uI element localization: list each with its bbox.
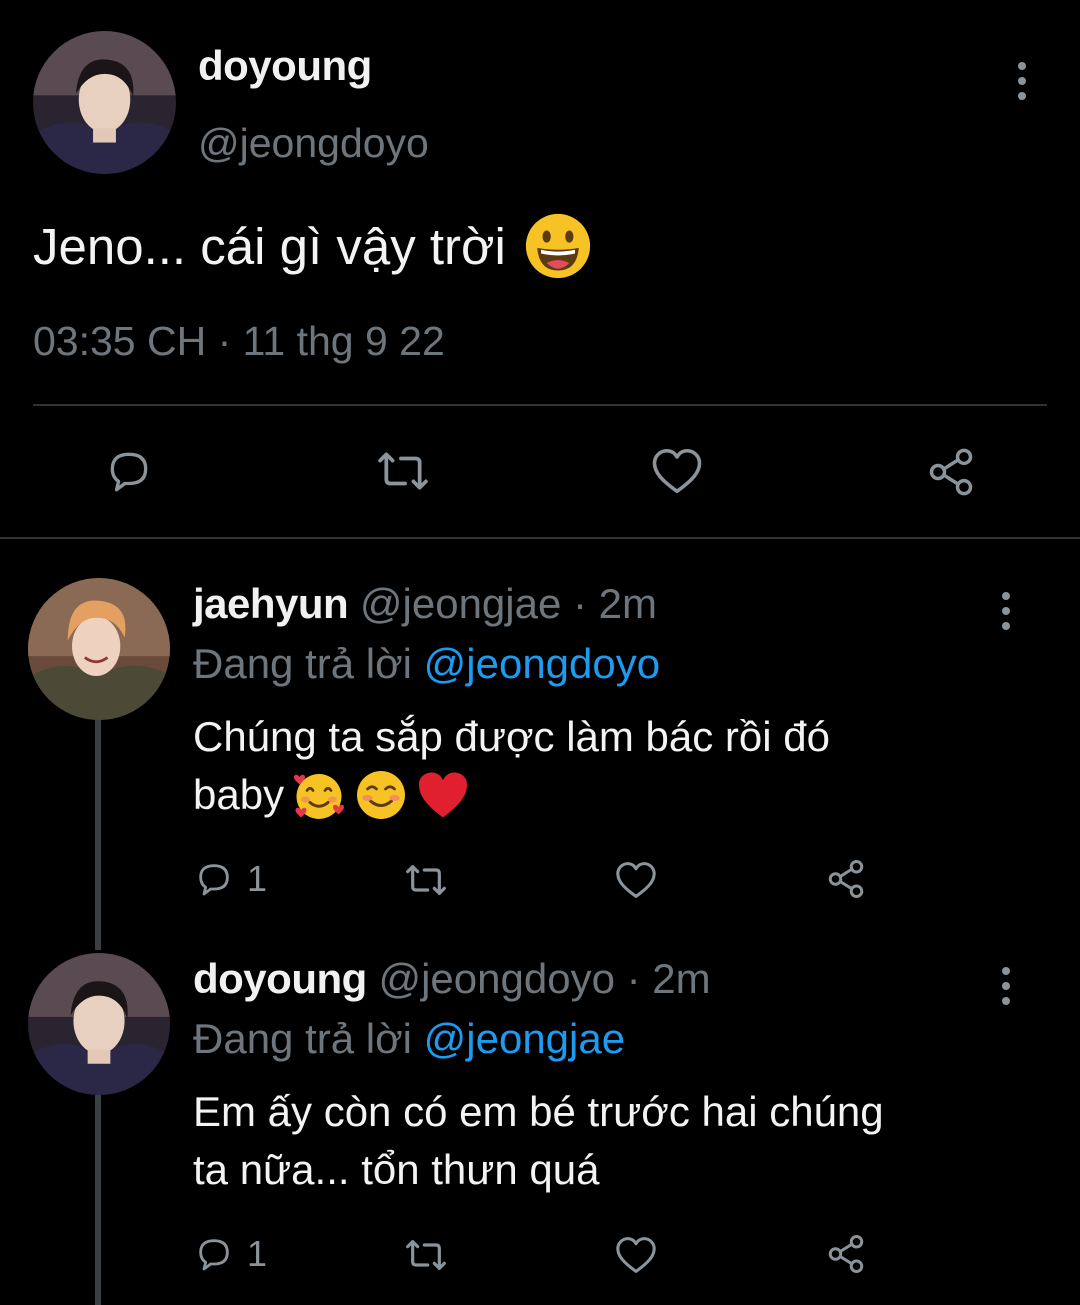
author-name[interactable]: jaehyun [193, 580, 349, 627]
author-name[interactable]: doyoung [198, 42, 372, 90]
reply-text: Chúng ta sắp được làm bác rồi đó baby [193, 708, 1013, 824]
heart-icon [616, 862, 656, 898]
avatar[interactable] [28, 578, 170, 720]
like-button[interactable] [614, 1235, 658, 1275]
reply-text: Em ấy còn có em bé trước hai chúng ta nữ… [193, 1083, 1013, 1199]
reply-button[interactable] [103, 446, 155, 496]
reply-text-line: baby [193, 771, 285, 818]
replying-to-label: Đang trả lời [193, 1015, 412, 1062]
share-button[interactable] [824, 1233, 868, 1275]
author-handle[interactable]: @jeongdoyo · 2m [378, 955, 710, 1002]
reply-icon [110, 452, 148, 492]
replying-to-label: Đang trả lời [193, 640, 412, 687]
author-handle[interactable]: @jeongjae · 2m [360, 580, 657, 627]
tweet-text-row: Jeno... cái gì vậy trời [33, 212, 592, 280]
retweet-button[interactable] [400, 860, 452, 900]
reply-icon [199, 864, 229, 896]
thread-line [95, 1095, 101, 1305]
smiling-face-with-hearts-icon [294, 774, 345, 819]
reply-tweet[interactable]: jaehyun @jeongjae · 2m Đang trả lời @jeo… [0, 560, 1080, 950]
share-icon [828, 1235, 864, 1273]
replying-to: Đang trả lời @jeongdoyo [193, 640, 660, 688]
share-icon [929, 448, 973, 496]
main-tweet: doyoung @jeongdoyo Jeno... cái gì vậy tr… [0, 0, 1080, 540]
section-divider [0, 537, 1080, 539]
red-heart-icon [419, 772, 468, 818]
mention-link[interactable]: @jeongdoyo [424, 640, 660, 687]
avatar-photo-doyoung [33, 31, 176, 174]
more-options-icon[interactable] [996, 592, 1016, 630]
smiling-face-icon [357, 771, 406, 819]
thread-line [95, 720, 101, 950]
reply-button[interactable]: 1 [193, 1233, 267, 1275]
share-button[interactable] [824, 858, 868, 900]
share-icon [828, 860, 864, 898]
tweet-timestamp: 03:35 CH · 11 thg 9 22 [33, 318, 445, 364]
replying-to: Đang trả lời @jeongjae [193, 1015, 625, 1063]
mention-link[interactable]: @jeongjae [424, 1015, 625, 1062]
avatar[interactable] [28, 953, 170, 1095]
reply-icon [199, 1239, 229, 1271]
heart-icon [652, 448, 702, 494]
tweet-text: Jeno... cái gì vậy trời [33, 217, 506, 275]
reply-text-line: Chúng ta sắp được làm bác rồi đó [193, 713, 830, 760]
reply-count: 1 [247, 858, 268, 899]
reply-button[interactable]: 1 [193, 858, 267, 900]
avatar[interactable] [33, 31, 176, 174]
like-button[interactable] [650, 446, 704, 496]
like-button[interactable] [614, 860, 658, 900]
retweet-button[interactable] [400, 1235, 452, 1275]
author-name[interactable]: doyoung [193, 955, 367, 1002]
author-handle[interactable]: @jeongdoyo [198, 120, 429, 167]
reply-tweet[interactable]: doyoung @jeongdoyo · 2m Đang trả lời @je… [0, 935, 1080, 1305]
retweet-icon [378, 452, 428, 490]
reply-header: doyoung @jeongdoyo · 2m [193, 955, 711, 1003]
reply-count: 1 [247, 1233, 268, 1274]
reply-header: jaehyun @jeongjae · 2m [193, 580, 657, 628]
share-button[interactable] [924, 446, 978, 498]
avatar-photo-doyoung [28, 953, 170, 1095]
retweet-icon [406, 865, 446, 895]
retweet-icon [406, 1240, 446, 1270]
more-options-icon[interactable] [1012, 62, 1032, 100]
divider [33, 404, 1047, 406]
grinning-face-icon [525, 213, 590, 279]
more-options-icon[interactable] [996, 967, 1016, 1005]
retweet-button[interactable] [372, 446, 434, 496]
avatar-photo-jaehyun [28, 578, 170, 720]
heart-icon [616, 1237, 656, 1273]
reply-text-line: ta nữa... tổn thưn quá [193, 1146, 600, 1193]
reply-text-line: Em ấy còn có em bé trước hai chúng [193, 1088, 884, 1135]
reply-text-line-2: baby [193, 766, 1013, 824]
